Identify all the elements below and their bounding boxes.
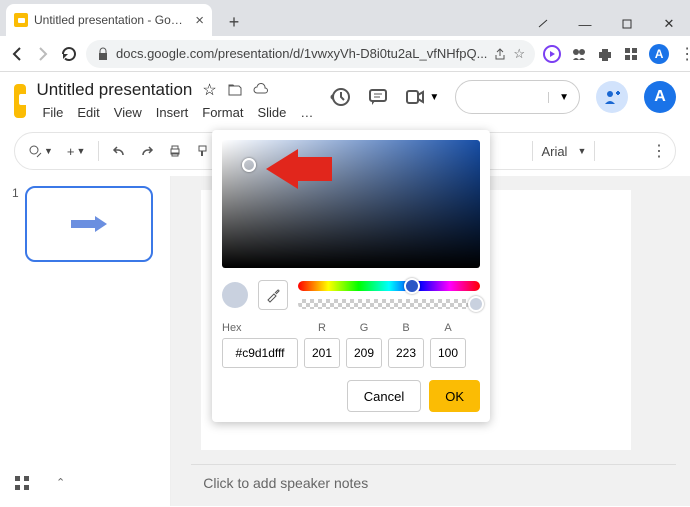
toolbar-more-icon[interactable]: ⋮ [651,141,667,161]
annotation-arrow-icon [262,149,332,189]
menu-format[interactable]: Format [196,103,249,122]
reload-icon[interactable] [60,45,78,63]
document-title[interactable]: Untitled presentation [36,80,192,100]
browser-menu-icon[interactable]: ⋮ [679,44,690,64]
profile-avatar[interactable]: A [649,44,669,64]
color-cursor[interactable] [242,158,256,172]
move-icon[interactable] [227,82,243,98]
b-input[interactable] [388,338,424,368]
slideshow-button[interactable]: Slideshow ▼ [455,80,580,114]
share-button[interactable] [596,81,628,113]
menu-edit[interactable]: Edit [71,103,105,122]
undo-tool[interactable] [107,140,131,162]
g-input[interactable] [346,338,382,368]
slides-favicon [14,13,28,27]
cloud-status-icon[interactable] [253,82,269,98]
print-tool[interactable] [163,140,187,162]
close-tab-icon[interactable]: × [195,12,204,29]
font-selector[interactable]: Arial ▼ [532,141,586,161]
menubar: File Edit View Insert Format Slide … [36,103,319,122]
menu-file[interactable]: File [36,103,69,122]
a-label: A [430,322,466,334]
new-slide-tool[interactable]: +▼ [62,140,91,163]
grid-view-icon[interactable] [14,475,30,491]
history-icon[interactable] [329,86,351,108]
hue-thumb[interactable] [404,278,420,294]
footer: ⌃ Click to add speaker notes [14,464,676,501]
lock-icon [96,47,110,61]
star-icon[interactable]: ☆ [202,80,216,100]
color-swatch [222,282,248,308]
team-extension-icon[interactable] [571,46,587,62]
hex-label: Hex [222,322,298,334]
redo-tool[interactable] [135,140,159,162]
app-header: Untitled presentation ☆ File Edit View I… [0,72,690,122]
new-tab-button[interactable]: + [220,8,248,36]
person-add-icon [603,88,621,106]
url-text: docs.google.com/presentation/d/1vwxyVh-D… [116,46,487,61]
r-input[interactable] [304,338,340,368]
eyedropper-icon [265,287,281,303]
speaker-notes[interactable]: Click to add speaker notes [191,464,676,501]
color-picker-popup: Hex R G B A Cancel OK [212,130,490,422]
menu-more[interactable]: … [294,103,319,122]
menu-slide[interactable]: Slide [251,103,292,122]
meet-button[interactable]: ▼ [405,89,439,105]
slides-logo-icon[interactable] [14,84,26,118]
minimize-window-icon[interactable]: — [564,12,606,36]
alpha-thumb[interactable] [468,296,484,312]
explore-caret-icon[interactable]: ⌃ [56,476,65,489]
slideshow-caret-icon[interactable]: ▼ [548,92,579,103]
menu-view[interactable]: View [108,103,148,122]
eyedropper-button[interactable] [258,280,288,310]
cancel-button[interactable]: Cancel [347,380,421,412]
hue-slider[interactable] [298,281,480,291]
comments-icon[interactable] [367,86,389,108]
browser-titlebar: Untitled presentation - Google S × + — ✕ [0,0,690,36]
g-label: G [346,322,382,334]
browser-tab[interactable]: Untitled presentation - Google S × [6,4,212,36]
account-avatar[interactable]: A [644,81,676,113]
tab-title: Untitled presentation - Google S [34,13,189,27]
hex-input[interactable] [222,338,298,368]
extension-icons: A ⋮ [543,44,690,64]
a-input[interactable] [430,338,466,368]
maximize-window-icon[interactable] [606,12,648,36]
forward-icon [34,45,52,63]
ok-button[interactable]: OK [429,380,480,412]
dashboard-extension-icon[interactable] [623,46,639,62]
slide-panel: 1 [0,176,170,506]
browser-toolbar: docs.google.com/presentation/d/1vwxyVh-D… [0,36,690,72]
back-icon[interactable] [8,45,26,63]
arrow-shape-icon [69,215,109,233]
extensions-icon[interactable] [597,46,613,62]
alpha-slider[interactable] [298,299,480,309]
slide-number: 1 [12,186,19,496]
search-tool[interactable]: ▼ [23,140,58,162]
b-label: B [388,322,424,334]
menu-insert[interactable]: Insert [150,103,195,122]
saturation-value-picker[interactable] [222,140,480,268]
r-label: R [304,322,340,334]
close-window-icon[interactable]: ✕ [648,12,690,36]
slide-thumbnail[interactable] [25,186,153,262]
